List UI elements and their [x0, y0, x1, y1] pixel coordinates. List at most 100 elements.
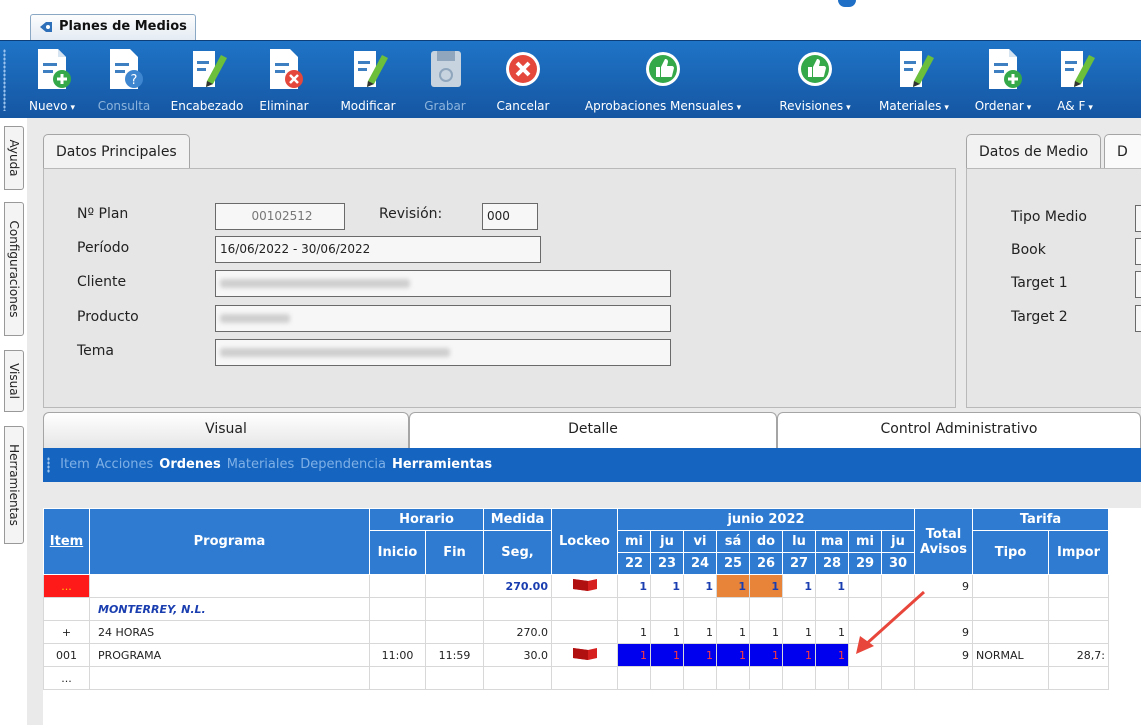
cell-day[interactable]: 1: [815, 643, 849, 667]
periodo-field[interactable]: 16/06/2022 - 30/06/2022: [215, 236, 541, 263]
cell-day[interactable]: 1: [716, 643, 750, 667]
cell-day[interactable]: [848, 666, 882, 690]
cell-item[interactable]: ...: [43, 574, 90, 598]
cell-day[interactable]: [848, 597, 882, 621]
cell-day[interactable]: [848, 643, 882, 667]
book-field[interactable]: [1135, 238, 1141, 265]
toolbar-button-consulta[interactable]: ? Consulta: [86, 45, 162, 117]
cell-day[interactable]: 1: [683, 620, 717, 644]
cell-programa[interactable]: 24 HORAS: [89, 620, 370, 644]
cell-day[interactable]: 1: [716, 574, 750, 598]
tab-datos-de-medio[interactable]: Datos de Medio: [966, 134, 1102, 168]
cell-day[interactable]: 1: [749, 574, 783, 598]
cell-day[interactable]: [848, 574, 882, 598]
grid-menu-herramientas[interactable]: Herramientas: [392, 457, 492, 472]
target1-field[interactable]: [1135, 271, 1141, 298]
cell-seg[interactable]: 270.0: [483, 620, 552, 644]
cell-day[interactable]: [881, 666, 915, 690]
cell-day[interactable]: 1: [716, 620, 750, 644]
toolbar-button-encabezado[interactable]: Encabezado: [166, 45, 248, 117]
grid-menu-ordenes[interactable]: Ordenes: [159, 457, 220, 472]
toolbar-button-revisiones[interactable]: Revisiones ▾: [767, 45, 863, 117]
cell-day[interactable]: 1: [782, 574, 816, 598]
cell-day[interactable]: [881, 620, 915, 644]
cell-programa[interactable]: [89, 666, 370, 690]
cell-seg[interactable]: 270.00: [483, 574, 552, 598]
cell-total[interactable]: [914, 666, 973, 690]
grid-menu-dependencia[interactable]: Dependencia: [300, 457, 386, 472]
side-tab-herramientas[interactable]: Herramientas: [4, 426, 24, 544]
producto-field[interactable]: [215, 305, 671, 332]
cell-programa[interactable]: MONTERREY, N.L.: [89, 597, 370, 621]
grid-menu-materiales[interactable]: Materiales: [227, 457, 295, 472]
side-tab-visual[interactable]: Visual: [4, 350, 24, 412]
cell-item[interactable]: [43, 597, 90, 621]
cell-programa[interactable]: [89, 574, 370, 598]
cell-tipo[interactable]: [972, 597, 1049, 621]
toolbar-button-aprobaciones-mensuales[interactable]: Aprobaciones Mensuales ▾: [571, 45, 755, 117]
plan-field[interactable]: 00102512: [215, 203, 345, 230]
cliente-field[interactable]: [215, 270, 671, 297]
toolbar-button-ordenar[interactable]: Ordenar ▾: [968, 45, 1038, 117]
cell-total[interactable]: 9: [914, 620, 973, 644]
table-row[interactable]: ...: [43, 666, 1109, 690]
table-row[interactable]: +24 HORAS 270.0 1 1 1 1 1 1 1 9: [43, 620, 1109, 644]
table-row[interactable]: ... 270.00 1 1 1 1 1 1 1 9: [43, 574, 1109, 598]
cell-total[interactable]: [914, 597, 973, 621]
cell-lockeo[interactable]: [551, 574, 618, 598]
cell-day[interactable]: [815, 666, 849, 690]
tab-visual[interactable]: Visual: [43, 412, 409, 448]
cell-total[interactable]: 9: [914, 574, 973, 598]
tab-detalle[interactable]: Detalle: [409, 412, 777, 448]
cell-fin[interactable]: 11:59: [425, 643, 484, 667]
revision-field[interactable]: 000: [482, 203, 538, 230]
grid-menu-item[interactable]: Item: [60, 457, 90, 472]
table-row[interactable]: MONTERREY, N.L.: [43, 597, 1109, 621]
tab-datos-principales[interactable]: Datos Principales: [43, 134, 190, 168]
toolbar-button-grabar[interactable]: Grabar: [413, 45, 477, 117]
cell-day[interactable]: [716, 597, 750, 621]
cell-day[interactable]: [881, 574, 915, 598]
toolbar-button-p[interactable]: P: [1124, 45, 1141, 117]
cell-day[interactable]: [749, 597, 783, 621]
tab-datos-secondary[interactable]: D: [1104, 134, 1141, 168]
tab-control-administrativo[interactable]: Control Administrativo: [777, 412, 1141, 448]
cell-importe[interactable]: [1048, 666, 1109, 690]
cell-day[interactable]: 1: [617, 643, 651, 667]
cell-day[interactable]: [716, 666, 750, 690]
cell-day[interactable]: 1: [782, 620, 816, 644]
cell-programa[interactable]: PROGRAMA: [89, 643, 370, 667]
cell-importe[interactable]: [1048, 574, 1109, 598]
cell-fin[interactable]: [425, 597, 484, 621]
toolbar-button-eliminar[interactable]: Eliminar: [249, 45, 319, 117]
cell-lockeo[interactable]: [551, 666, 618, 690]
cell-day[interactable]: 1: [749, 643, 783, 667]
cell-day[interactable]: 1: [683, 643, 717, 667]
col-programa[interactable]: Programa: [89, 508, 370, 575]
cell-day[interactable]: [848, 620, 882, 644]
cell-importe[interactable]: [1048, 620, 1109, 644]
cell-item[interactable]: ...: [43, 666, 90, 690]
cell-fin[interactable]: [425, 620, 484, 644]
cell-item[interactable]: 001: [43, 643, 90, 667]
col-item[interactable]: Item: [43, 508, 90, 575]
cell-fin[interactable]: [425, 574, 484, 598]
cell-day[interactable]: 1: [617, 574, 651, 598]
grid-menu-acciones[interactable]: Acciones: [96, 457, 154, 472]
cell-day[interactable]: [650, 666, 684, 690]
cell-day[interactable]: [749, 666, 783, 690]
cell-importe[interactable]: 28,7:: [1048, 643, 1109, 667]
cell-day[interactable]: 1: [683, 574, 717, 598]
cell-day[interactable]: [617, 666, 651, 690]
cell-inicio[interactable]: 11:00: [369, 643, 426, 667]
tab-planes-de-medios[interactable]: Planes de Medios: [30, 14, 196, 40]
cell-inicio[interactable]: [369, 620, 426, 644]
toolbar-grip[interactable]: [3, 49, 6, 111]
cell-seg[interactable]: [483, 597, 552, 621]
cell-tipo[interactable]: [972, 620, 1049, 644]
target2-field[interactable]: [1135, 305, 1141, 332]
cell-day[interactable]: [683, 597, 717, 621]
cell-tipo[interactable]: [972, 574, 1049, 598]
cell-lockeo[interactable]: [551, 620, 618, 644]
side-tab-ayuda[interactable]: Ayuda: [4, 126, 24, 190]
